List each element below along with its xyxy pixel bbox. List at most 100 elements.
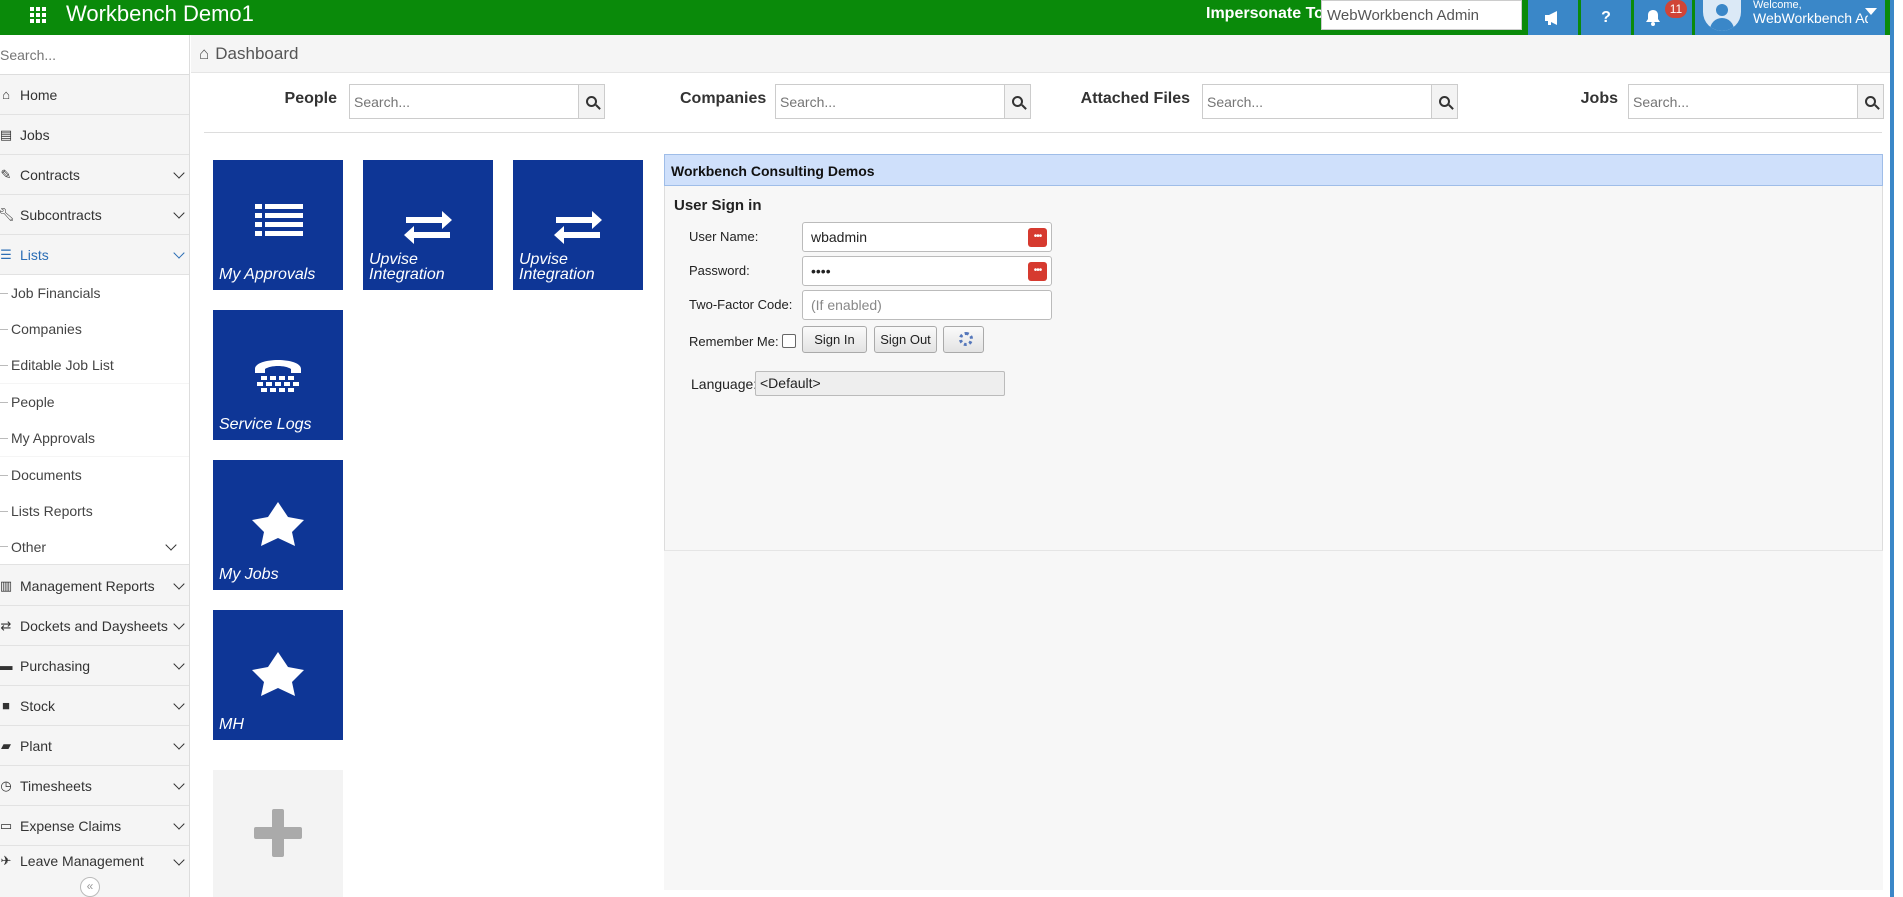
sidebar-subitem-my-approvals[interactable]: My Approvals xyxy=(0,420,189,456)
sign-in-panel: Workbench Consulting Demos User Sign in … xyxy=(664,154,1883,890)
sidebar-item-stock[interactable]: ■ Stock xyxy=(0,686,189,726)
sidebar-subitem-other[interactable]: Other xyxy=(0,529,189,565)
password-value: •••• xyxy=(811,263,831,279)
search-icon xyxy=(1865,96,1876,107)
username-field[interactable]: wbadmin ••• xyxy=(802,222,1052,252)
companies-search-button[interactable] xyxy=(1004,85,1030,118)
language-select[interactable]: <Default> xyxy=(755,371,1005,396)
sidebar-item-jobs[interactable]: ▤ Jobs xyxy=(0,115,189,155)
remember-me-checkbox[interactable] xyxy=(782,334,796,348)
username-label: User Name: xyxy=(689,229,759,244)
password-field[interactable]: •••• ••• xyxy=(802,256,1052,286)
sidebar-item-expense-claims[interactable]: ▭ Expense Claims xyxy=(0,806,189,846)
sidebar-item-plant[interactable]: ▰ Plant xyxy=(0,726,189,766)
two-factor-label: Two-Factor Code: xyxy=(689,297,793,312)
tile-upvise-integration-1[interactable]: Upvise Integration xyxy=(363,160,493,290)
tile-upvise-integration-2[interactable]: Upvise Integration xyxy=(513,160,643,290)
sidebar-item-management-reports[interactable]: ▥ Management Reports xyxy=(0,566,189,606)
people-search-label: People xyxy=(284,90,337,107)
settings-button[interactable] xyxy=(943,326,984,353)
gear-icon xyxy=(959,332,973,346)
tile-service-logs[interactable]: Service Logs xyxy=(213,310,343,440)
sidebar-item-label: Subcontracts xyxy=(20,206,102,223)
sidebar-search-input[interactable] xyxy=(0,35,189,75)
sidebar-subitem-label: People xyxy=(11,394,55,410)
sidebar-item-timesheets[interactable]: ◷ Timesheets xyxy=(0,766,189,806)
exchange-icon xyxy=(554,211,602,244)
people-search-input[interactable] xyxy=(350,85,578,118)
jobs-search-button[interactable] xyxy=(1857,85,1883,118)
sidebar-subitem-people[interactable]: People xyxy=(0,384,189,420)
sidebar-item-home[interactable]: ⌂ Home xyxy=(0,75,189,115)
sidebar-subitem-editable-job-list[interactable]: Editable Job List xyxy=(0,347,189,383)
welcome-text: Welcome, xyxy=(1753,0,1802,11)
companies-search-input[interactable] xyxy=(776,85,1004,118)
chevron-down-icon xyxy=(173,658,185,670)
sidebar-subitem-companies[interactable]: Companies xyxy=(0,311,189,347)
username-value: wbadmin xyxy=(811,229,868,245)
sidebar-subitem-lists-reports[interactable]: Lists Reports xyxy=(0,493,189,529)
sidebar-item-label: Purchasing xyxy=(20,657,91,674)
bar-chart-icon: ▥ xyxy=(0,577,13,593)
sidebar-item-label: Lists xyxy=(20,246,49,263)
sidebar-item-dockets[interactable]: ⇄ Dockets and Daysheets xyxy=(0,606,189,646)
tile-label: Upvise Integration xyxy=(369,251,445,283)
home-icon: ⌂ xyxy=(2,87,10,102)
sidebar-item-label: Dockets and Daysheets xyxy=(20,617,168,634)
tile-my-jobs[interactable]: My Jobs xyxy=(213,460,343,590)
plus-icon xyxy=(254,809,302,857)
sidebar-item-label: Timesheets xyxy=(20,777,92,794)
notification-badge: 11 xyxy=(1665,0,1687,18)
page-title: Dashboard xyxy=(215,43,299,63)
right-edge xyxy=(1890,0,1903,897)
apps-grid-icon[interactable] xyxy=(30,7,46,23)
top-bar: Workbench Demo1 Impersonate To ? 11 Welc… xyxy=(0,0,1903,35)
sidebar-item-label: Contracts xyxy=(20,166,80,183)
sidebar-subitem-job-financials[interactable]: Job Financials xyxy=(0,275,189,311)
tile-label: MH xyxy=(219,716,244,733)
box-icon: ■ xyxy=(2,698,10,713)
companies-search-label: Companies xyxy=(680,90,767,107)
user-menu[interactable]: Welcome, WebWorkbench Admin xyxy=(1695,0,1885,35)
sidebar-item-lists[interactable]: ☰ Lists xyxy=(0,235,189,275)
attached-files-search-button[interactable] xyxy=(1431,85,1457,118)
help-button[interactable]: ? xyxy=(1581,0,1631,35)
phone-icon xyxy=(255,360,301,392)
tile-my-approvals[interactable]: My Approvals xyxy=(213,160,343,290)
chevron-down-icon xyxy=(173,578,185,590)
two-factor-field[interactable]: (If enabled) xyxy=(802,290,1052,320)
chevron-down-icon xyxy=(165,539,177,551)
list-icon: ☰ xyxy=(0,246,12,262)
language-label: Language: xyxy=(691,376,758,392)
sidebar-subitem-label: My Approvals xyxy=(11,430,96,446)
jobs-search-input[interactable] xyxy=(1629,85,1857,118)
people-search-button[interactable] xyxy=(578,85,604,118)
password-manager-icon[interactable]: ••• xyxy=(1028,228,1047,247)
truck-icon: ▬ xyxy=(0,658,13,673)
sidebar-item-label: Leave Management xyxy=(20,853,144,869)
tile-add[interactable] xyxy=(213,770,343,897)
attached-files-search-input[interactable] xyxy=(1203,85,1431,118)
sidebar-item-purchasing[interactable]: ▬ Purchasing xyxy=(0,646,189,686)
announcements-button[interactable] xyxy=(1528,0,1578,35)
collapse-sidebar-button[interactable]: « xyxy=(80,877,100,897)
impersonate-input[interactable] xyxy=(1321,0,1522,30)
sidebar-subitem-documents[interactable]: Documents xyxy=(0,457,189,493)
sign-in-button[interactable]: Sign In xyxy=(802,326,867,353)
avatar xyxy=(1703,0,1741,31)
tile-mh[interactable]: MH xyxy=(213,610,343,740)
password-manager-icon[interactable]: ••• xyxy=(1028,262,1047,281)
sidebar-item-leave-management[interactable]: ✈ Leave Management xyxy=(0,846,189,876)
sidebar-item-subcontracts[interactable]: 🔧︎ Subcontracts xyxy=(0,195,189,235)
people-search xyxy=(349,84,605,119)
star-icon xyxy=(252,502,304,546)
sidebar-subitem-label: Lists Reports xyxy=(11,503,93,519)
wrench-icon: 🔧︎ xyxy=(0,206,15,222)
divider xyxy=(204,132,1882,133)
chevron-down-icon xyxy=(173,207,185,219)
sign-out-button[interactable]: Sign Out xyxy=(874,326,937,353)
search-icon xyxy=(1012,96,1023,107)
sidebar-item-label: Home xyxy=(20,86,58,103)
attached-files-search-label: Attached Files xyxy=(1080,90,1190,107)
sidebar-item-contracts[interactable]: ✎ Contracts xyxy=(0,155,189,195)
